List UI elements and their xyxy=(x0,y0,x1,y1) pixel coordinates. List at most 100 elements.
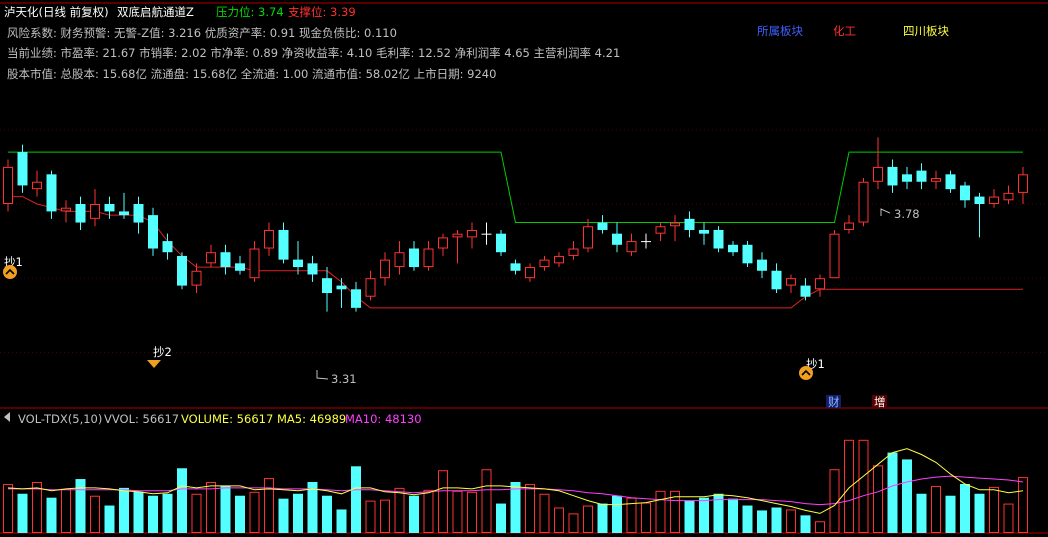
low-price-label: 3.31 xyxy=(331,372,357,386)
candle-body xyxy=(61,207,71,212)
candle-body xyxy=(336,285,347,290)
candle xyxy=(873,137,883,190)
candle-body xyxy=(249,248,260,279)
candle-body xyxy=(612,233,622,245)
candle-body xyxy=(264,229,274,249)
buy-signal-2-label: 抄2 xyxy=(153,345,172,359)
volume-bar xyxy=(46,497,57,533)
candle-body xyxy=(322,278,332,294)
sector-label[interactable]: 所属板块 xyxy=(757,24,803,38)
candle-body xyxy=(525,267,535,279)
candle-body xyxy=(858,181,869,223)
candle-body xyxy=(974,196,985,204)
candle xyxy=(380,252,390,286)
candle xyxy=(641,233,651,249)
candle-body xyxy=(728,244,738,253)
candle xyxy=(844,215,854,234)
buy-signal-2-icon xyxy=(147,360,161,368)
candle xyxy=(351,281,361,312)
sector-chemical[interactable]: 化工 xyxy=(833,24,856,38)
candle-body xyxy=(380,259,390,279)
candle xyxy=(612,222,622,253)
candle xyxy=(1003,185,1014,204)
volume-bar xyxy=(641,502,651,534)
candle xyxy=(133,196,144,234)
volume-bar xyxy=(336,509,347,533)
candle-body xyxy=(206,252,216,264)
candle-body xyxy=(481,233,492,235)
candle-body xyxy=(90,204,100,219)
candle-body xyxy=(496,233,506,253)
candle-body xyxy=(133,204,144,223)
candle-body xyxy=(467,229,477,238)
candle-body xyxy=(989,196,999,204)
candle-body xyxy=(409,248,419,268)
candle-body xyxy=(46,174,57,212)
candle xyxy=(713,226,724,253)
volume-bar xyxy=(902,459,912,533)
volume-bar xyxy=(931,485,941,533)
candle-body xyxy=(3,166,13,204)
volume-bar xyxy=(75,479,86,533)
volume-bar xyxy=(510,481,521,533)
candle xyxy=(931,170,941,190)
volume-bar xyxy=(438,470,448,534)
candle xyxy=(409,241,419,271)
volume-bar xyxy=(539,493,550,533)
candle xyxy=(90,189,100,227)
candle xyxy=(148,207,158,256)
volume-bar xyxy=(481,469,492,534)
channel-lines xyxy=(8,151,1023,309)
volume-bar xyxy=(612,495,622,533)
info-capital: 股本市值: 总股本: 15.68亿 流通盘: 15.68亿 全流通: 1.00 … xyxy=(7,67,496,81)
high-price-label: 3.78 xyxy=(894,207,920,221)
stock-chart[interactable]: 泸天化(日线 前复权) 双底启航通道Z 压力位: 3.74 支撑位: 3.39 … xyxy=(0,0,1048,537)
candle-body xyxy=(17,152,28,186)
volume-bar xyxy=(989,486,999,533)
candle xyxy=(1018,166,1028,204)
candle-body xyxy=(902,174,912,182)
info-risk: 风险系数: 财务预警: 无警-Z值: 3.216 优质资产率: 0.91 现金负… xyxy=(7,26,397,40)
volume-bar xyxy=(960,483,970,533)
volume-bar xyxy=(61,488,71,534)
candle-body xyxy=(365,278,376,297)
candle-body xyxy=(800,285,811,297)
candle xyxy=(699,222,709,245)
volume-bar xyxy=(655,490,666,534)
volume-bar xyxy=(148,495,158,533)
candle xyxy=(583,218,593,253)
volume-bar xyxy=(583,505,593,533)
volume-ma5: MA5: 46989 xyxy=(277,412,346,426)
candle-body xyxy=(670,222,680,227)
finance-tag[interactable]: 财 xyxy=(828,395,840,409)
candle xyxy=(264,222,274,256)
volume-bar xyxy=(554,507,564,534)
volume-bar xyxy=(815,521,825,534)
volume-bar xyxy=(278,498,289,533)
candle-body xyxy=(278,229,289,260)
volume-bar xyxy=(3,483,13,534)
candle-body xyxy=(597,222,608,230)
candle xyxy=(394,241,405,275)
buy-signal-3-icon xyxy=(799,366,813,380)
candle-body xyxy=(438,237,448,249)
candle xyxy=(510,259,521,275)
candle xyxy=(46,170,57,219)
candle xyxy=(525,263,535,282)
candle-body xyxy=(177,255,187,286)
low-price-pointer xyxy=(316,370,329,380)
candle xyxy=(496,229,506,256)
candles-group xyxy=(3,137,1028,312)
candle-body xyxy=(452,233,463,238)
volume-bar xyxy=(177,468,187,533)
indicator-name: 双底启航通道Z xyxy=(117,5,194,19)
candle-body xyxy=(307,263,318,275)
volume-bar xyxy=(249,491,260,533)
candle xyxy=(162,233,173,260)
candle xyxy=(728,241,738,256)
candle xyxy=(655,222,666,242)
candle xyxy=(945,170,956,193)
sector-sichuan[interactable]: 四川板块 xyxy=(903,24,949,38)
increase-tag[interactable]: 增 xyxy=(874,395,886,409)
volume-bar xyxy=(496,503,506,533)
